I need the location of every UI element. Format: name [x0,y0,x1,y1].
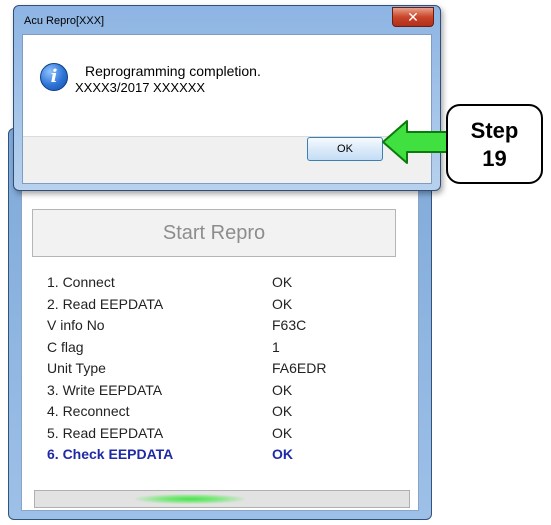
close-button[interactable]: ✕ [392,7,434,27]
step-label: 2. Read EEPDATA [47,295,164,312]
list-item: 1. Connect OK [47,272,397,294]
step-label: 5. Read EEPDATA [47,424,164,441]
step-label: 1. Connect [47,274,115,290]
step-value: OK [272,424,293,441]
callout-line1: Step [470,118,519,143]
step-callout: Step 19 [446,104,543,184]
close-icon: ✕ [407,9,419,25]
info-icon: i [40,63,68,91]
step-value: F63C [272,317,307,333]
step-value: OK [272,295,293,312]
list-item: V info No F63C [47,315,397,337]
step-label: 3. Write EEPDATA [47,381,163,398]
list-item: 3. Write EEPDATA OK [47,380,397,402]
dialog-message: Reprogramming completion. [85,63,261,79]
step-label: 4. Reconnect [47,403,130,419]
step-value: OK [272,403,293,419]
arrow-left-icon [382,120,448,164]
step-list: 1. Connect OK 2. Read EEPDATA OK V info … [47,272,397,466]
start-repro-button[interactable]: Start Repro [32,209,396,257]
list-item: 5. Read EEPDATA OK [47,423,397,445]
step-label: V info No [47,317,105,333]
step-label: 6. Check EEPDATA [47,446,174,462]
list-item: Unit Type FA6EDR [47,358,397,380]
completion-dialog: Acu Repro[XXX] ✕ i Reprogramming complet… [13,5,441,191]
step-value: OK [272,381,293,398]
list-item-current: 6. Check EEPDATA OK [47,444,397,466]
step-value: 1 [272,338,280,355]
dialog-timestamp: XXXX3/2017 XXXXXX [75,80,206,95]
ok-button[interactable]: OK [307,137,383,161]
list-item: 4. Reconnect OK [47,401,397,423]
step-label: Unit Type [47,360,106,376]
callout-line2: 19 [482,146,507,171]
dialog-title: Acu Repro[XXX] [24,15,105,27]
progress-indicator [135,494,245,504]
progress-bar [34,490,410,508]
step-label: C flag [47,338,84,355]
list-item: 2. Read EEPDATA OK [47,294,397,316]
list-item: C flag 1 [47,337,397,359]
step-value: FA6EDR [272,360,327,376]
step-value: OK [272,446,293,462]
dialog-client-area: i Reprogramming completion. XXXX3/2017 X… [22,34,432,184]
step-value: OK [272,274,293,290]
main-client-area: Start Repro 1. Connect OK 2. Read EEPDAT… [21,187,419,511]
